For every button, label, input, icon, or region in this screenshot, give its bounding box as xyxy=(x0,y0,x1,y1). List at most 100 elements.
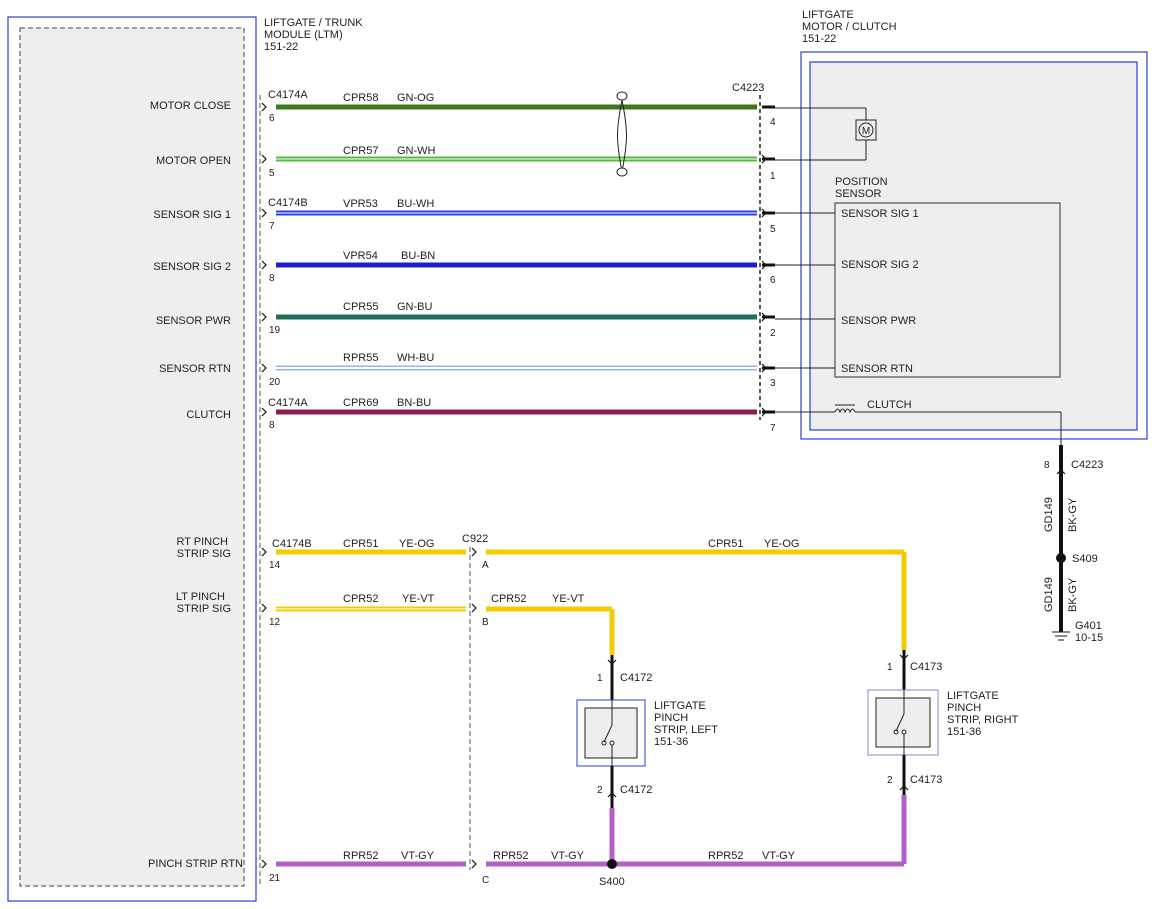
svg-text:CPR51: CPR51 xyxy=(343,538,378,550)
svg-text:YE-OG: YE-OG xyxy=(764,538,799,550)
svg-text:CPR52: CPR52 xyxy=(491,593,526,605)
ltm-pin-motor-close: MOTOR CLOSE xyxy=(150,100,231,112)
wire-cpr57: CPR57 GN-WH 5 1 xyxy=(269,145,776,182)
svg-text:CPR57: CPR57 xyxy=(343,145,378,157)
connector-c4174b-mid: C4174B xyxy=(268,197,308,209)
ltm-pin-pinch-strip-rtn: PINCH STRIP RTN xyxy=(148,858,243,870)
svg-text:BU-BN: BU-BN xyxy=(401,250,435,262)
svg-text:BU-WH: BU-WH xyxy=(397,198,434,210)
wire-rpr55: RPR55 WH-BU 20 3 xyxy=(269,352,776,389)
ground-circuit: 8 C4223 GD149 BK-GY S409 GD149 BK-GY G40… xyxy=(1043,445,1103,644)
svg-text:YE-OG: YE-OG xyxy=(399,538,434,550)
svg-text:VT-GY: VT-GY xyxy=(401,850,435,862)
wire-vpr54: VPR54 BU-BN 8 6 xyxy=(269,250,776,286)
svg-text:RPR52: RPR52 xyxy=(708,850,743,862)
ltm-pin-clutch: CLUTCH xyxy=(186,409,231,421)
svg-text:S409: S409 xyxy=(1072,553,1098,565)
connector-c4174a-clutch: C4174A xyxy=(268,397,308,409)
svg-text:2: 2 xyxy=(597,785,603,796)
svg-text:GN-WH: GN-WH xyxy=(397,145,436,157)
clutch-label: CLUTCH xyxy=(867,399,912,411)
svg-text:CPR69: CPR69 xyxy=(343,397,378,409)
sensor-sig-1-label: SENSOR SIG 1 xyxy=(841,208,919,220)
svg-text:1: 1 xyxy=(597,673,603,684)
svg-text:YE-VT: YE-VT xyxy=(552,593,585,605)
svg-text:G401: G401 xyxy=(1075,620,1102,632)
ltm-chevrons xyxy=(261,102,767,869)
svg-text:VT-GY: VT-GY xyxy=(762,850,796,862)
svg-text:WH-BU: WH-BU xyxy=(397,352,434,364)
svg-text:7: 7 xyxy=(269,221,275,232)
connector-c922: C922 xyxy=(462,533,488,545)
svg-text:19: 19 xyxy=(269,325,281,336)
svg-text:6: 6 xyxy=(269,113,275,124)
sensor-pwr-label: SENSOR PWR xyxy=(841,315,916,327)
svg-text:C4223: C4223 xyxy=(1071,459,1103,471)
svg-text:BN-BU: BN-BU xyxy=(397,397,431,409)
wire-vpr53: VPR53 BU-WH 7 5 xyxy=(269,198,776,235)
svg-text:VPR54: VPR54 xyxy=(343,250,378,262)
svg-text:GN-BU: GN-BU xyxy=(397,301,433,313)
right-pinch-strip: 1 C4173 LIFTGATE PINCH STRIP, RIGHT 151-36 … xyxy=(867,650,1019,795)
ltm-title: LIFTGATE / TRUNK MODULE (LTM) 151-22 xyxy=(264,17,363,53)
sensor-sig-2-label: SENSOR SIG 2 xyxy=(841,259,919,271)
svg-text:C4172: C4172 xyxy=(620,672,652,684)
svg-text:21: 21 xyxy=(269,873,281,884)
ltm-pin-sensor-sig-1: SENSOR SIG 1 xyxy=(153,209,231,221)
connector-c4174a-top: C4174A xyxy=(268,89,308,101)
wiring-diagram: LIFTGATE / TRUNK MODULE (LTM) 151-22 MOTOR… xyxy=(7,9,1148,902)
svg-text:10-15: 10-15 xyxy=(1075,632,1103,644)
svg-text:12: 12 xyxy=(269,617,281,628)
svg-text:5: 5 xyxy=(770,224,776,235)
svg-text:S400: S400 xyxy=(599,876,625,888)
svg-text:2: 2 xyxy=(887,775,893,786)
svg-text:GD149: GD149 xyxy=(1043,497,1055,532)
svg-text:BK-GY: BK-GY xyxy=(1067,577,1079,612)
wire-cpr58: CPR58 GN-OG 6 4 xyxy=(269,92,776,128)
svg-text:LIFTGATEPINCHSTRIP, RIGHT151-3: LIFTGATE PINCH STRIP, RIGHT 151-36 xyxy=(947,690,1019,738)
svg-text:RPR52: RPR52 xyxy=(343,850,378,862)
svg-text:RPR55: RPR55 xyxy=(343,352,378,364)
svg-text:4: 4 xyxy=(770,117,776,128)
sensor-title: POSITION SENSOR xyxy=(835,176,888,200)
left-pinch-strip: 1 C4172 LIFTGATE PINCH STRIP, LEFT 151-36 2… xyxy=(576,655,718,808)
svg-text:C4173: C4173 xyxy=(910,774,942,786)
svg-text:B: B xyxy=(482,617,489,628)
svg-text:6: 6 xyxy=(770,275,776,286)
svg-text:1: 1 xyxy=(887,662,893,673)
svg-text:GN-OG: GN-OG xyxy=(397,92,434,104)
svg-text:2: 2 xyxy=(770,328,776,339)
svg-text:BK-GY: BK-GY xyxy=(1067,497,1079,532)
svg-text:5: 5 xyxy=(269,168,275,179)
svg-text:CPR52: CPR52 xyxy=(343,593,378,605)
connector-c4174b-pinch: C4174B xyxy=(272,538,312,550)
motor-clutch-module: LIFTGATE MOTOR / CLUTCH 151-22 POSITION SEN… xyxy=(775,9,1148,445)
svg-text:A: A xyxy=(482,560,489,571)
ltm-pin-motor-open: MOTOR OPEN xyxy=(156,155,231,167)
svg-text:C4172: C4172 xyxy=(620,784,652,796)
ltm-pin-rt-pinch: RT PINCH STRIP SIG xyxy=(176,536,231,560)
svg-text:CPR55: CPR55 xyxy=(343,301,378,313)
svg-text:VT-GY: VT-GY xyxy=(551,850,585,862)
ground-icon xyxy=(1052,631,1070,641)
svg-text:8: 8 xyxy=(1044,460,1050,471)
svg-text:7: 7 xyxy=(770,423,776,434)
connector-c4223: C4223 xyxy=(732,82,764,94)
wire-rpr52: RPR52 VT-GY 21 C RPR52 VT-GY RPR52 VT-GY… xyxy=(269,795,907,888)
svg-text:GD149: GD149 xyxy=(1043,577,1055,612)
svg-text:CPR58: CPR58 xyxy=(343,92,378,104)
splice-s400 xyxy=(607,859,617,869)
ltm-pin-sensor-sig-2: SENSOR SIG 2 xyxy=(153,261,231,273)
ltm-pin-lt-pinch: LT PINCH STRIP SIG xyxy=(176,591,231,615)
svg-text:RPR52: RPR52 xyxy=(493,850,528,862)
svg-text:C4173: C4173 xyxy=(910,661,942,673)
svg-text:3: 3 xyxy=(770,378,776,389)
svg-text:LIFTGATEPINCHSTRIP, LEFT151-36: LIFTGATE PINCH STRIP, LEFT 151-36 xyxy=(654,700,718,748)
wire-cpr69: CPR69 BN-BU 8 7 xyxy=(269,397,776,434)
svg-text:20: 20 xyxy=(269,377,281,388)
svg-text:CPR51: CPR51 xyxy=(708,538,743,550)
wire-cpr55: CPR55 GN-BU 19 2 xyxy=(269,301,776,339)
ltm-pin-sensor-rtn: SENSOR RTN xyxy=(159,363,231,375)
svg-text:VPR53: VPR53 xyxy=(343,198,378,210)
motor-title: LIFTGATE MOTOR / CLUTCH 151-22 xyxy=(802,9,897,45)
